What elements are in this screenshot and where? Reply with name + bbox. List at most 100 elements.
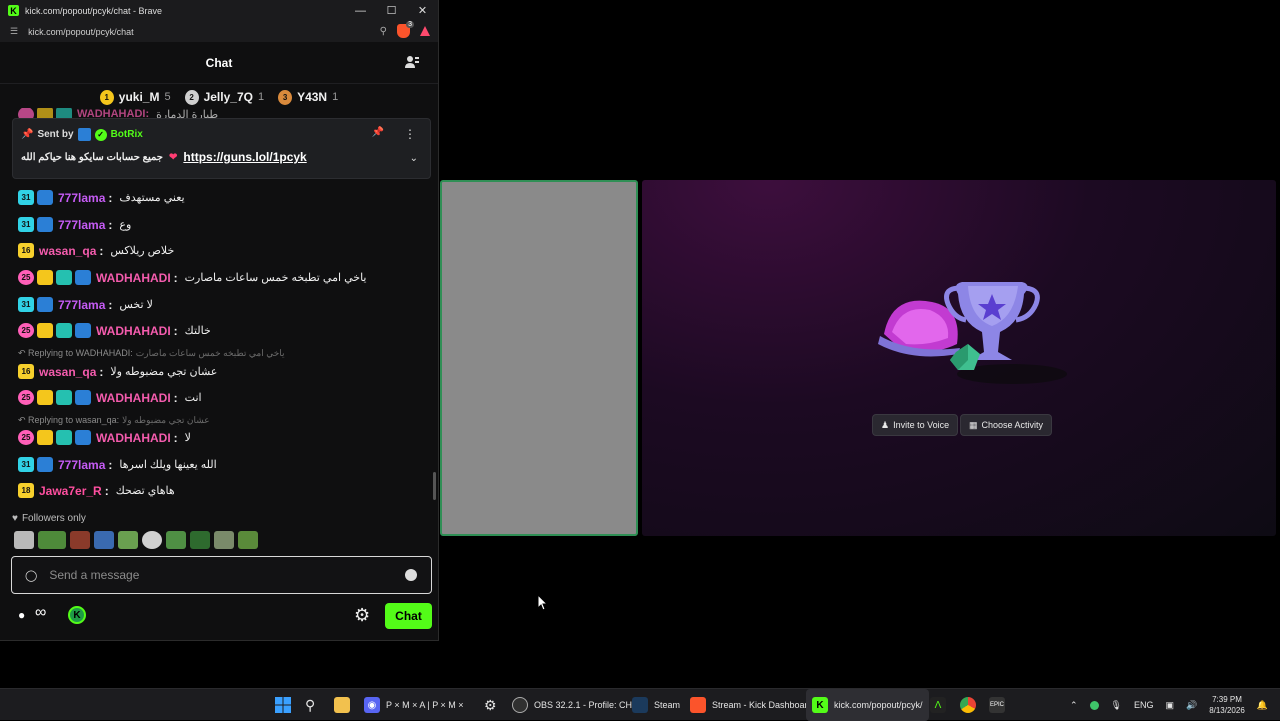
og-badge-icon[interactable] [56,430,72,445]
subscriber-badge-icon[interactable]: 16 [18,243,34,258]
notification-icon[interactable]: 🔔 [1257,700,1268,711]
network-icon[interactable]: ▣ [1165,700,1174,711]
minimize-icon[interactable]: — [345,0,376,21]
taskbar-app-a[interactable]: Λ [930,689,946,721]
status-icon[interactable] [1089,700,1099,710]
crown-badge-icon[interactable] [37,430,53,445]
message-input[interactable] [49,568,380,582]
username[interactable]: 777lama [58,458,105,472]
invite-to-voice-button[interactable]: ♟ Invite to Voice [872,414,959,436]
subscriber-badge-icon[interactable]: 31 [18,457,34,472]
volume-icon[interactable]: 🔊 [1186,700,1197,711]
site-settings-icon[interactable]: ☰ [10,26,18,37]
emote-item[interactable] [166,531,186,549]
taskbar-kick-popout[interactable]: K kick.com/popout/pcyk/ [806,689,929,721]
username[interactable]: Jawa7er_R [39,484,102,498]
emote-item[interactable] [70,531,90,549]
emote-item[interactable] [142,531,162,549]
unpin-icon[interactable]: 📌 [372,127,384,138]
maximize-icon[interactable]: ☐ [376,0,407,21]
emote-item[interactable] [190,531,210,549]
infinity-icon[interactable]: ∞ [35,604,46,622]
sub-gifter-badge-icon[interactable] [37,297,53,312]
search-icon[interactable]: ⚲ [305,689,315,721]
username[interactable]: wasan_qa [39,244,96,258]
sub-gifter-badge-icon[interactable] [37,190,53,205]
leaderboard-item[interactable]: 1 yuki_M 5 [99,89,171,105]
emote-item[interactable] [214,531,234,549]
brave-rewards-icon[interactable] [420,26,430,36]
chevron-up-icon[interactable]: ⌃ [1070,700,1078,711]
subscriber-badge-icon[interactable]: 31 [18,297,34,312]
username[interactable]: wasan_qa [39,365,96,379]
subscriber-badge-icon[interactable]: 18 [18,483,34,498]
sub-gifter-badge-icon[interactable] [37,457,53,472]
choose-activity-button[interactable]: ▦ Choose Activity [960,414,1053,436]
file-explorer-icon[interactable] [334,689,350,721]
username[interactable]: WADHAHADI [96,391,171,405]
kick-logo-icon[interactable]: K [68,606,86,624]
username[interactable]: WADHAHADI [96,324,171,338]
taskbar-steam[interactable]: Steam [632,689,680,721]
subscriber-badge-icon[interactable]: 25 [18,430,34,445]
emote-item[interactable] [94,531,114,549]
sub-gifter-badge-icon[interactable] [75,390,91,405]
og-badge-icon[interactable] [56,390,72,405]
send-chat-button[interactable]: Chat [385,603,432,629]
leaderboard-item[interactable]: 2 Jelly_7Q 1 [184,89,264,105]
username[interactable]: WADHAHADI [96,431,171,445]
close-icon[interactable]: ✕ [407,0,438,21]
crown-badge-icon[interactable] [37,390,53,405]
emoji-icon[interactable] [405,569,417,581]
username[interactable]: WADHAHADI [96,271,171,285]
og-badge-icon[interactable] [56,270,72,285]
crown-badge-icon[interactable] [37,323,53,338]
sub-gifter-badge-icon[interactable] [75,430,91,445]
reply-context[interactable]: ↶ Replying to WADHAHADI: ياخي امي تطبخه خ… [18,348,285,359]
subscriber-badge-icon[interactable]: 25 [18,390,34,405]
chevron-down-icon[interactable]: ⌄ [410,153,418,164]
sub-gifter-badge-icon[interactable] [75,270,91,285]
sub-gifter-badge-icon[interactable] [37,217,53,232]
subscriber-badge-icon[interactable]: 31 [18,217,34,232]
address-bar[interactable]: ☰ kick.com/popout/pcyk/chat ⚲ 3 [0,21,438,42]
url-text[interactable]: kick.com/popout/pcyk/chat [28,27,134,37]
language-indicator[interactable]: ENG [1134,700,1154,710]
video-tile[interactable] [440,180,638,536]
taskbar-obs[interactable]: OBS 32.2.1 - Profile: CH/ [512,689,635,721]
pinned-sender[interactable]: BotRix [111,129,143,140]
clock[interactable]: 7:39 PM 8/13/2026 [1209,694,1245,716]
taskbar-epic[interactable]: EPIC [989,689,1005,721]
shield-icon[interactable]: ◯ [25,569,37,582]
emote-item[interactable] [38,531,66,549]
gear-icon[interactable]: ⚙ [354,605,370,626]
username[interactable]: 777lama [58,218,105,232]
pinned-message[interactable]: 📌 Sent by ✓ BotRix 📌 ⋮ جميع حسابات سايكو… [12,118,431,179]
reply-context[interactable]: ↶ Replying to wasan_qa: عشان تجي مضبوطه و… [18,415,210,426]
pinned-link[interactable]: https://guns.lol/1pcyk [183,150,306,164]
emote-item[interactable] [14,531,34,549]
microphone-icon[interactable]: 🎙 [1111,700,1122,711]
username[interactable]: 777lama [58,298,105,312]
sub-gifter-badge-icon[interactable] [75,323,91,338]
start-button[interactable] [275,689,291,721]
taskbar-discord[interactable]: ◉ P × M × A | P × M × [364,689,464,721]
emote-item[interactable] [238,531,258,549]
subscriber-badge-icon[interactable]: 25 [18,323,34,338]
steam-tray-icon[interactable]: ⚙ [484,689,497,721]
og-badge-icon[interactable] [56,323,72,338]
subscriber-badge-icon[interactable]: 16 [18,364,34,379]
scrollbar[interactable] [433,472,436,500]
leaderboard-item[interactable]: 3 Y43N 1 [278,89,338,105]
subscriber-badge-icon[interactable]: 25 [18,270,34,285]
taskbar-brave-dashboard[interactable]: Stream - Kick Dashboar [690,689,808,721]
subscriber-badge-icon[interactable]: 31 [18,190,34,205]
zoom-icon[interactable]: ⚲ [380,26,387,37]
emote-item[interactable] [118,531,138,549]
taskbar-chrome[interactable] [960,689,976,721]
username[interactable]: 777lama [58,191,105,205]
chatters-list-icon[interactable] [404,54,420,70]
more-options-icon[interactable]: ⋮ [404,127,416,141]
channel-points-icon[interactable]: ● [18,608,25,622]
chat-input-box[interactable]: ◯ [11,556,432,594]
